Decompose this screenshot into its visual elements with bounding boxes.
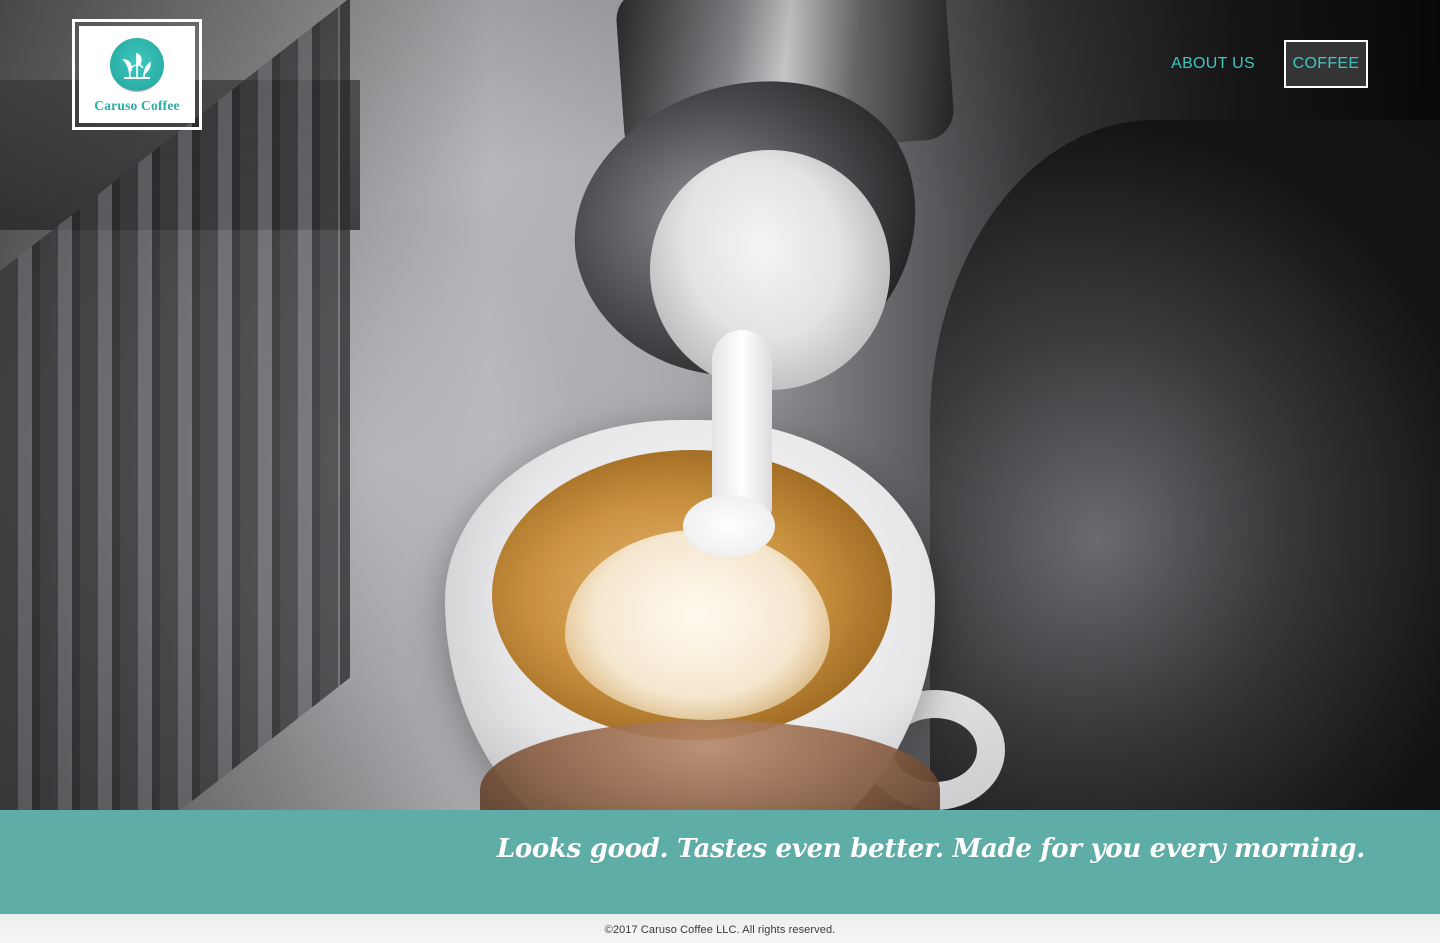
tagline-text: Looks good. Tastes even better. Made for… (496, 834, 1365, 864)
tagline-band: Looks good. Tastes even better. Made for… (0, 810, 1440, 914)
footer: ©2017 Caruso Coffee LLC. All rights rese… (0, 914, 1440, 943)
copyright-text: ©2017 Caruso Coffee LLC. All rights rese… (604, 924, 836, 936)
logo-link[interactable]: Caruso Coffee (72, 19, 202, 130)
hero-background-image (0, 0, 1440, 810)
hero-vignette (0, 0, 1440, 810)
page: Caruso Coffee ABOUT US COFFEE Looks good… (0, 0, 1440, 943)
logo: Caruso Coffee (79, 26, 195, 123)
sprout-leaves-icon (110, 38, 164, 92)
nav-about-us[interactable]: ABOUT US (1171, 41, 1255, 87)
main-nav: ABOUT US COFFEE (1171, 40, 1368, 88)
nav-coffee[interactable]: COFFEE (1284, 40, 1368, 88)
logo-brand-name: Caruso Coffee (94, 98, 180, 113)
